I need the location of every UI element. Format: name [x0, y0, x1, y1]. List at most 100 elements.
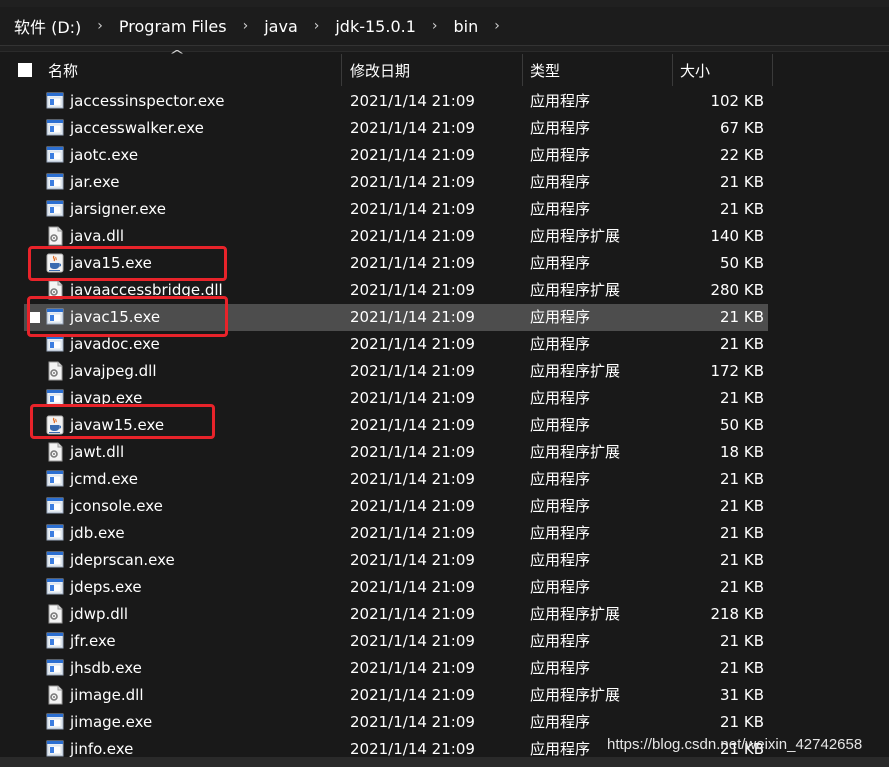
- file-type: 应用程序扩展: [530, 686, 621, 704]
- file-row[interactable]: jawt.dll 2021/1/14 21:09 应用程序扩展 18 KB: [0, 439, 889, 466]
- exe-window-icon: [46, 739, 64, 759]
- file-size: 21 KB: [720, 578, 764, 596]
- file-row[interactable]: jdeprscan.exe 2021/1/14 21:09 应用程序 21 KB: [0, 547, 889, 574]
- file-row[interactable]: jdb.exe 2021/1/14 21:09 应用程序 21 KB: [0, 520, 889, 547]
- chevron-right-icon[interactable]: ›: [418, 18, 452, 34]
- file-modified-date: 2021/1/14 21:09: [350, 281, 475, 299]
- file-modified-date: 2021/1/14 21:09: [350, 173, 475, 191]
- file-row[interactable]: jdwp.dll 2021/1/14 21:09 应用程序扩展 218 KB: [0, 601, 889, 628]
- file-row[interactable]: jimage.dll 2021/1/14 21:09 应用程序扩展 31 KB: [0, 682, 889, 709]
- column-divider[interactable]: [772, 54, 773, 86]
- file-modified-date: 2021/1/14 21:09: [350, 686, 475, 704]
- file-name: jaotc.exe: [70, 146, 139, 164]
- column-header-name-label: 名称: [48, 61, 79, 80]
- file-size: 21 KB: [720, 308, 764, 326]
- file-row[interactable]: jimage.exe 2021/1/14 21:09 应用程序 21 KB: [0, 709, 889, 736]
- exe-window-icon: [46, 172, 64, 192]
- file-size: 31 KB: [720, 686, 764, 704]
- file-type: 应用程序扩展: [530, 227, 621, 245]
- exe-window-icon: [46, 658, 64, 678]
- file-row[interactable]: jfr.exe 2021/1/14 21:09 应用程序 21 KB: [0, 628, 889, 655]
- file-modified-date: 2021/1/14 21:09: [350, 416, 475, 434]
- breadcrumb-bin[interactable]: bin: [452, 17, 481, 36]
- file-row[interactable]: jar.exe 2021/1/14 21:09 应用程序 21 KB: [0, 169, 889, 196]
- file-modified-date: 2021/1/14 21:09: [350, 443, 475, 461]
- dll-gear-icon: [46, 226, 64, 246]
- file-row[interactable]: jconsole.exe 2021/1/14 21:09 应用程序 21 KB: [0, 493, 889, 520]
- exe-window-icon: [46, 496, 64, 516]
- file-type: 应用程序: [530, 119, 591, 137]
- exe-window-icon: [46, 118, 64, 138]
- file-name: jhsdb.exe: [70, 659, 142, 677]
- file-modified-date: 2021/1/14 21:09: [350, 659, 475, 677]
- file-type: 应用程序扩展: [530, 362, 621, 380]
- file-modified-date: 2021/1/14 21:09: [350, 92, 475, 110]
- file-type: 应用程序: [530, 470, 591, 488]
- breadcrumb-drive[interactable]: 软件 (D:): [0, 14, 83, 38]
- exe-window-icon: [46, 712, 64, 732]
- file-row[interactable]: jaccesswalker.exe 2021/1/14 21:09 应用程序 67 K…: [0, 115, 889, 142]
- column-divider[interactable]: [522, 54, 523, 86]
- column-header-name[interactable]: 名称: [48, 52, 338, 88]
- file-type: 应用程序: [530, 308, 591, 326]
- file-type: 应用程序: [530, 389, 591, 407]
- file-row[interactable]: jdeps.exe 2021/1/14 21:09 应用程序 21 KB: [0, 574, 889, 601]
- file-name: jdeprscan.exe: [70, 551, 175, 569]
- file-name: jimage.exe: [70, 713, 153, 731]
- file-row[interactable]: javajpeg.dll 2021/1/14 21:09 应用程序扩展 172 KB: [0, 358, 889, 385]
- exe-window-icon: [46, 469, 64, 489]
- breadcrumb[interactable]: 软件 (D:) › Program Files › java › jdk-15.…: [0, 7, 889, 46]
- column-header-size-label: 大小: [680, 61, 711, 80]
- file-type: 应用程序: [530, 92, 591, 110]
- file-name: jar.exe: [70, 173, 120, 191]
- exe-window-icon: [46, 334, 64, 354]
- breadcrumb-java[interactable]: java: [262, 17, 300, 36]
- file-row[interactable]: jhsdb.exe 2021/1/14 21:09 应用程序 21 KB: [0, 655, 889, 682]
- file-modified-date: 2021/1/14 21:09: [350, 200, 475, 218]
- file-type: 应用程序扩展: [530, 281, 621, 299]
- exe-window-icon: [46, 550, 64, 570]
- file-modified-date: 2021/1/14 21:09: [350, 551, 475, 569]
- file-type: 应用程序: [530, 173, 591, 191]
- file-size: 21 KB: [720, 632, 764, 650]
- file-row[interactable]: jcmd.exe 2021/1/14 21:09 应用程序 21 KB: [0, 466, 889, 493]
- select-all-checkbox[interactable]: [18, 63, 32, 77]
- breadcrumb-program-files[interactable]: Program Files: [117, 17, 229, 36]
- file-type: 应用程序: [530, 335, 591, 353]
- file-modified-date: 2021/1/14 21:09: [350, 227, 475, 245]
- column-header-size[interactable]: 大小: [680, 52, 770, 88]
- file-type: 应用程序: [530, 713, 591, 731]
- breadcrumb-jdk[interactable]: jdk-15.0.1: [333, 17, 418, 36]
- file-size: 21 KB: [720, 659, 764, 677]
- file-type: 应用程序: [530, 200, 591, 218]
- file-size: 218 KB: [710, 605, 764, 623]
- column-header-date[interactable]: 修改日期: [350, 52, 520, 88]
- file-size: 21 KB: [720, 551, 764, 569]
- file-row[interactable]: jarsigner.exe 2021/1/14 21:09 应用程序 21 KB: [0, 196, 889, 223]
- chevron-right-icon[interactable]: ›: [229, 18, 263, 34]
- file-size: 140 KB: [710, 227, 764, 245]
- file-type: 应用程序: [530, 524, 591, 542]
- highlight-box-java15: [28, 246, 227, 281]
- column-header-type[interactable]: 类型: [530, 52, 670, 88]
- chevron-right-icon[interactable]: ›: [83, 18, 117, 34]
- column-divider[interactable]: [672, 54, 673, 86]
- file-row[interactable]: jaotc.exe 2021/1/14 21:09 应用程序 22 KB: [0, 142, 889, 169]
- chevron-right-icon[interactable]: ›: [480, 18, 514, 34]
- file-type: 应用程序: [530, 659, 591, 677]
- horizontal-scrollbar[interactable]: [0, 757, 889, 767]
- file-type: 应用程序: [530, 497, 591, 515]
- file-size: 21 KB: [720, 200, 764, 218]
- column-divider[interactable]: [341, 54, 342, 86]
- exe-window-icon: [46, 577, 64, 597]
- file-size: 280 KB: [710, 281, 764, 299]
- dll-gear-icon: [46, 685, 64, 705]
- file-size: 21 KB: [720, 173, 764, 191]
- file-size: 21 KB: [720, 389, 764, 407]
- file-type: 应用程序: [530, 578, 591, 596]
- file-size: 22 KB: [720, 146, 764, 164]
- file-type: 应用程序: [530, 146, 591, 164]
- file-row[interactable]: jaccessinspector.exe 2021/1/14 21:09 应用程序 1…: [0, 88, 889, 115]
- chevron-right-icon[interactable]: ›: [300, 18, 334, 34]
- file-modified-date: 2021/1/14 21:09: [350, 713, 475, 731]
